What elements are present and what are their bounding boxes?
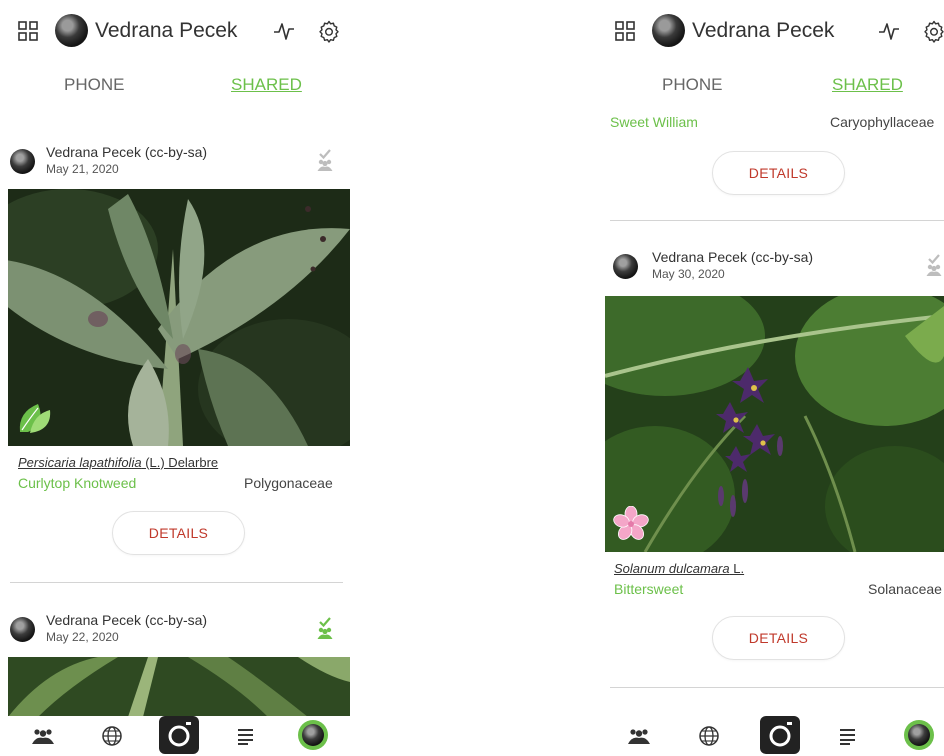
tab-bar: PHONE SHARED	[0, 75, 360, 99]
profile-avatar	[302, 724, 324, 746]
user-name: Vedrana Pecek	[95, 19, 238, 42]
author-avatar[interactable]	[10, 149, 35, 174]
author-avatar[interactable]	[613, 254, 638, 279]
post-date: May 22, 2020	[46, 630, 119, 644]
screen-left: Vedrana Pecek PHONE SHARED Vedrana Pecek…	[0, 0, 360, 756]
share-status-icon	[926, 254, 942, 276]
post-header: Vedrana Pecek (cc-by-sa) May 22, 2020	[0, 601, 360, 657]
user-name: Vedrana Pecek	[692, 19, 835, 42]
list-icon	[238, 729, 253, 745]
feed: Vedrana Pecek (cc-by-sa) May 30, 2020 So…	[597, 238, 944, 688]
bottom-nav	[0, 716, 360, 756]
names-row: Sweet William Caryophyllaceae	[597, 114, 944, 134]
flower-icon	[613, 506, 649, 540]
list-nav-item[interactable]	[834, 722, 862, 750]
user-avatar[interactable]	[652, 14, 685, 47]
scientific-name: Persicaria lapathifolia	[18, 455, 142, 470]
community-icon	[32, 729, 54, 744]
details-button[interactable]: DETAILS	[712, 616, 845, 660]
grid-menu-icon[interactable]	[615, 21, 635, 41]
family-name: Polygonaceae	[244, 475, 333, 491]
scientific-name: Solanum dulcamara	[614, 561, 730, 576]
settings-gear-icon[interactable]	[922, 19, 944, 43]
observation-photo[interactable]	[8, 189, 350, 446]
family-name: Solanaceae	[868, 581, 942, 597]
family-name: Caryophyllaceae	[830, 114, 935, 130]
share-status-icon	[317, 617, 333, 639]
explore-nav-item[interactable]	[695, 722, 723, 750]
post-author: Vedrana Pecek (cc-by-sa)	[46, 144, 208, 160]
app-header: Vedrana Pecek	[0, 8, 360, 52]
activity-icon[interactable]	[878, 20, 900, 42]
post-author: Vedrana Pecek (cc-by-sa)	[652, 249, 814, 265]
globe-icon	[102, 726, 122, 746]
common-name: Bittersweet	[614, 581, 684, 597]
tab-bar: PHONE SHARED	[597, 75, 944, 99]
settings-gear-icon[interactable]	[317, 19, 341, 43]
tab-phone[interactable]: PHONE	[64, 75, 124, 95]
common-name: Curlytop Knotweed	[18, 475, 137, 491]
feed: Vedrana Pecek (cc-by-sa) May 21, 2020 Pe…	[0, 133, 360, 717]
grid-menu-icon[interactable]	[18, 21, 38, 41]
author-avatar[interactable]	[10, 617, 35, 642]
activity-icon[interactable]	[273, 20, 295, 42]
profile-avatar	[908, 724, 930, 746]
post-date: May 30, 2020	[652, 267, 725, 281]
tab-shared[interactable]: SHARED	[832, 75, 903, 95]
post-header: Vedrana Pecek (cc-by-sa) May 21, 2020	[0, 133, 360, 189]
plant-photo-image	[605, 296, 944, 552]
post-divider	[610, 687, 944, 688]
community-icon	[628, 729, 650, 744]
names-row: Bittersweet Solanaceae	[597, 581, 944, 601]
globe-icon	[699, 726, 719, 746]
community-nav-item[interactable]	[625, 722, 653, 750]
camera-icon	[168, 722, 191, 747]
post-2: Vedrana Pecek (cc-by-sa) May 22, 2020	[0, 601, 360, 717]
community-nav-item[interactable]	[29, 722, 57, 750]
observation-photo[interactable]	[8, 657, 350, 717]
authority: (L.) Delarbre	[141, 455, 219, 470]
list-nav-item[interactable]	[232, 722, 260, 750]
post-divider	[10, 582, 343, 583]
explore-nav-item[interactable]	[98, 722, 126, 750]
plant-photo-image	[8, 189, 350, 446]
user-avatar[interactable]	[55, 14, 88, 47]
details-button[interactable]: DETAILS	[112, 511, 245, 555]
leaf-icon	[19, 404, 51, 433]
bottom-nav	[597, 716, 944, 756]
app-header: Vedrana Pecek	[597, 8, 944, 52]
profile-nav-avatar[interactable]	[904, 720, 934, 750]
observation-photo[interactable]	[605, 296, 944, 552]
common-name: Sweet William	[610, 114, 698, 130]
share-status-icon	[317, 149, 333, 171]
camera-icon	[769, 722, 792, 747]
plant-photo-image	[8, 657, 350, 717]
profile-nav-avatar[interactable]	[298, 720, 328, 750]
details-button[interactable]: DETAILS	[712, 151, 845, 195]
post-header: Vedrana Pecek (cc-by-sa) May 30, 2020	[597, 238, 944, 296]
scientific-name-row: Solanum dulcamara L.	[597, 561, 944, 581]
post-date: May 21, 2020	[46, 162, 119, 176]
post-author: Vedrana Pecek (cc-by-sa)	[46, 612, 208, 628]
list-icon	[840, 729, 855, 745]
scientific-name-link[interactable]: Solanum dulcamara L.	[614, 561, 744, 576]
scientific-name-link[interactable]: Persicaria lapathifolia (L.) Delarbre	[18, 455, 218, 470]
tab-phone[interactable]: PHONE	[662, 75, 722, 95]
post-divider	[610, 220, 944, 221]
camera-button[interactable]	[760, 716, 800, 754]
screen-right: Vedrana Pecek PHONE SHARED Sweet William…	[597, 0, 944, 756]
authority: L.	[729, 561, 745, 576]
camera-button[interactable]	[159, 716, 199, 754]
scientific-name-row: Persicaria lapathifolia (L.) Delarbre	[0, 455, 360, 475]
tab-shared[interactable]: SHARED	[231, 75, 302, 95]
names-row: Curlytop Knotweed Polygonaceae	[0, 475, 360, 495]
